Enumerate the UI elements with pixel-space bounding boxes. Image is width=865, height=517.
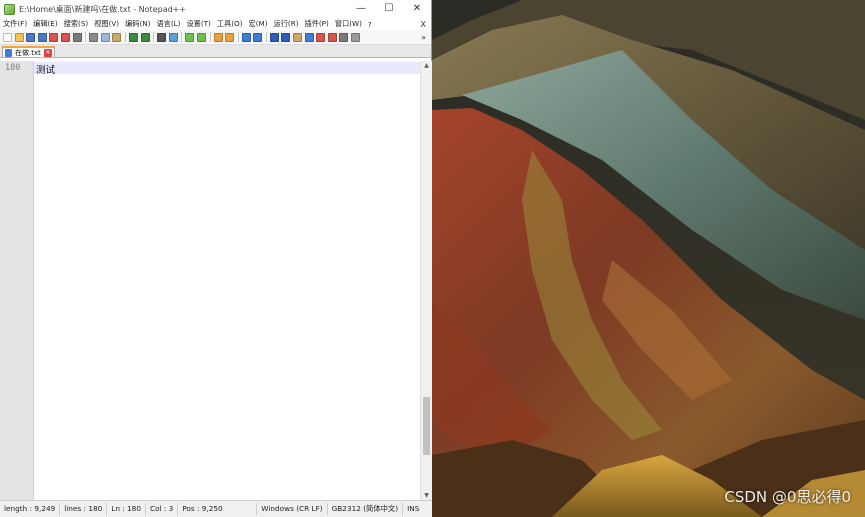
line-number: 180	[5, 63, 21, 73]
menu-window[interactable]: 窗口(W)	[335, 19, 362, 29]
menu-file[interactable]: 文件(F)	[3, 19, 27, 29]
scroll-up-arrow-icon[interactable]: ▲	[421, 61, 432, 71]
menu-settings[interactable]: 设置(T)	[186, 19, 210, 29]
scrollbar-thumb[interactable]	[423, 397, 430, 455]
folder-workspace-icon[interactable]	[316, 32, 326, 42]
menu-bar: 文件(F) 编辑(E) 搜索(S) 视图(V) 编码(N) 语言(L) 设置(T…	[0, 18, 431, 30]
desktop-wallpaper: CSDN @0思必得0	[432, 0, 865, 517]
close-all-icon[interactable]	[60, 32, 70, 42]
menu-language[interactable]: 语言(L)	[156, 19, 180, 29]
menu-search[interactable]: 搜索(S)	[64, 19, 89, 29]
sync-v-icon[interactable]	[213, 32, 223, 42]
menu-help[interactable]: ?	[368, 20, 372, 29]
zoom-out-icon[interactable]	[196, 32, 206, 42]
function-list-icon[interactable]	[304, 32, 314, 42]
window-title: E:\Home\桌面\新建吗\在做.txt - Notepad++	[19, 4, 187, 14]
find-icon[interactable]	[157, 32, 167, 42]
toolbar: »	[0, 30, 431, 45]
status-bar: length : 9,249 lines : 180 Ln : 180 Col …	[0, 500, 432, 517]
menu-tools[interactable]: 工具(O)	[217, 19, 243, 29]
toolbar-separator	[124, 32, 126, 42]
zoom-in-icon[interactable]	[185, 32, 195, 42]
record-macro-icon[interactable]	[339, 32, 349, 42]
menu-encoding[interactable]: 编码(N)	[125, 19, 150, 29]
notepadpp-app-icon[interactable]	[4, 3, 15, 15]
menu-view[interactable]: 视图(V)	[94, 19, 119, 29]
replace-icon[interactable]	[168, 32, 178, 42]
save-icon[interactable]	[26, 32, 36, 42]
redo-icon[interactable]	[140, 32, 150, 42]
tab-bar: 在做.txt ✕	[0, 45, 431, 58]
close-window-button[interactable]: ✕	[403, 0, 431, 18]
word-wrap-icon[interactable]	[241, 32, 251, 42]
document-saved-icon	[5, 48, 12, 57]
toolbar-overflow-button[interactable]: »	[421, 33, 426, 42]
text-area[interactable]: 测试	[34, 61, 420, 501]
title-bar[interactable]: E:\Home\桌面\新建吗\在做.txt - Notepad++ — ☐ ✕	[0, 0, 431, 18]
watermark-text: CSDN @0思必得0	[724, 488, 851, 506]
status-eol[interactable]: Windows (CR LF)	[257, 503, 328, 515]
menu-macro[interactable]: 宏(M)	[249, 19, 268, 29]
save-all-icon[interactable]	[37, 32, 47, 42]
toolbar-separator	[265, 32, 267, 42]
show-all-icon[interactable]	[253, 32, 263, 42]
mountain-landscape-image	[432, 0, 865, 517]
toolbar-separator	[209, 32, 211, 42]
status-line: Ln : 180	[107, 503, 146, 515]
open-file-icon[interactable]	[14, 32, 24, 42]
status-column: Col : 3	[146, 503, 179, 515]
undo-icon[interactable]	[128, 32, 138, 42]
tab-label: 在做.txt	[15, 48, 41, 57]
menu-plugins[interactable]: 插件(P)	[305, 19, 329, 29]
new-file-icon[interactable]	[3, 32, 12, 42]
print-icon[interactable]	[72, 32, 82, 42]
close-file-icon[interactable]	[49, 32, 59, 42]
toolbar-separator	[237, 32, 239, 42]
paste-icon[interactable]	[112, 32, 122, 42]
toolbar-separator	[153, 32, 155, 42]
close-document-button[interactable]: X	[421, 20, 426, 29]
notepadpp-window: E:\Home\桌面\新建吗\在做.txt - Notepad++ — ☐ ✕ …	[0, 0, 432, 517]
status-position: Pos : 9,250	[178, 503, 258, 515]
copy-icon[interactable]	[100, 32, 110, 42]
status-encoding[interactable]: GB2312 (简体中文)	[328, 503, 404, 515]
cut-icon[interactable]	[89, 32, 99, 42]
lang-define-icon[interactable]	[281, 32, 291, 42]
sync-h-icon[interactable]	[225, 32, 235, 42]
toolbar-separator	[85, 32, 87, 42]
monitor-icon[interactable]	[327, 32, 337, 42]
toolbar-separator	[181, 32, 183, 42]
vertical-scrollbar[interactable]: ▲ ▼	[420, 61, 432, 501]
menu-edit[interactable]: 编辑(E)	[33, 19, 58, 29]
editor-area[interactable]: 180 测试 ▲ ▼	[0, 61, 432, 501]
line-number-gutter: 180	[0, 61, 34, 501]
status-length: length : 9,249	[0, 503, 61, 515]
status-insert-mode[interactable]: INS	[403, 503, 423, 515]
doc-map-icon[interactable]	[293, 32, 303, 42]
menu-run[interactable]: 运行(R)	[274, 19, 299, 29]
status-lines: lines : 180	[60, 503, 108, 515]
maximize-button[interactable]: ☐	[375, 0, 403, 18]
play-macro-icon[interactable]	[351, 32, 361, 42]
tab-close-icon[interactable]: ✕	[43, 48, 52, 57]
indent-guide-icon[interactable]	[269, 32, 279, 42]
line-text[interactable]: 测试	[36, 62, 55, 76]
tab-document[interactable]: 在做.txt ✕	[2, 46, 55, 57]
current-line-highlight	[34, 62, 420, 74]
minimize-button[interactable]: —	[347, 0, 375, 18]
